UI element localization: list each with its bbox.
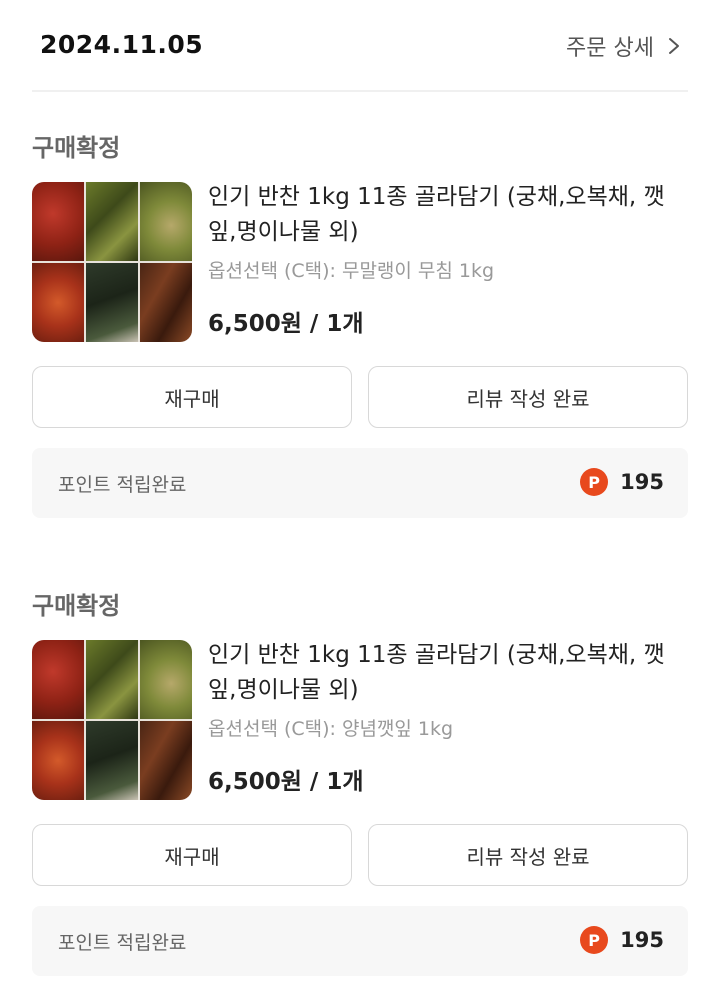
order-item: 구매확정 인기 반찬 1kg 11종 골라담기 (궁채,오복채, 깻잎,명이나물… bbox=[0, 586, 720, 1008]
product-price: 6,500원 / 1개 bbox=[208, 311, 364, 337]
rebuy-button[interactable]: 재구매 bbox=[32, 824, 352, 886]
point-earned-box: 포인트 적립완료 P 195 bbox=[32, 906, 688, 976]
point-icon: P bbox=[580, 926, 609, 954]
thumbnail-tile bbox=[140, 640, 192, 719]
order-status: 구매확정 bbox=[32, 134, 121, 162]
thumbnail-tile bbox=[32, 640, 84, 719]
chevron-right-icon bbox=[669, 38, 679, 54]
thumbnail-tile bbox=[32, 721, 84, 800]
point-earned-box: 포인트 적립완료 P 195 bbox=[32, 448, 688, 518]
thumbnail-tile bbox=[86, 640, 138, 719]
thumbnail-tile bbox=[32, 263, 84, 342]
rebuy-button[interactable]: 재구매 bbox=[32, 366, 352, 428]
point-icon: P bbox=[580, 468, 609, 496]
thumbnail-tile bbox=[140, 182, 192, 261]
order-item: 구매확정 인기 반찬 1kg 11종 골라담기 (궁채,오복채, 깻잎,명이나물… bbox=[0, 128, 720, 568]
review-complete-button[interactable]: 리뷰 작성 완료 bbox=[368, 824, 688, 886]
order-detail-label: 주문 상세 bbox=[566, 36, 654, 61]
thumbnail-tile bbox=[86, 182, 138, 261]
thumbnail-tile bbox=[86, 721, 138, 800]
thumbnail-tile bbox=[140, 721, 192, 800]
product-name[interactable]: 인기 반찬 1kg 11종 골라담기 (궁채,오복채, 깻잎,명이나물 외) bbox=[208, 180, 688, 250]
thumbnail-tile bbox=[86, 263, 138, 342]
order-header: 2024.11.05 주문 상세 bbox=[0, 0, 720, 92]
order-date: 2024.11.05 bbox=[40, 30, 204, 59]
product-option: 옵션선택 (C택): 무말랭이 무침 1kg bbox=[208, 260, 495, 282]
point-value: 195 bbox=[620, 928, 664, 952]
product-option: 옵션선택 (C택): 양념깻잎 1kg bbox=[208, 718, 454, 740]
product-thumbnail[interactable] bbox=[32, 640, 192, 800]
order-detail-link[interactable]: 주문 상세 bbox=[566, 30, 682, 62]
review-complete-button[interactable]: 리뷰 작성 완료 bbox=[368, 366, 688, 428]
product-name[interactable]: 인기 반찬 1kg 11종 골라담기 (궁채,오복채, 깻잎,명이나물 외) bbox=[208, 638, 688, 708]
point-label: 포인트 적립완료 bbox=[58, 474, 187, 496]
header-divider bbox=[32, 90, 688, 92]
thumbnail-tile bbox=[140, 263, 192, 342]
order-status: 구매확정 bbox=[32, 592, 121, 620]
point-value-group: P 195 bbox=[580, 468, 664, 496]
thumbnail-tile bbox=[32, 182, 84, 261]
point-label: 포인트 적립완료 bbox=[58, 932, 187, 954]
product-price: 6,500원 / 1개 bbox=[208, 769, 364, 795]
point-value-group: P 195 bbox=[580, 926, 664, 954]
product-thumbnail[interactable] bbox=[32, 182, 192, 342]
point-value: 195 bbox=[620, 470, 664, 494]
